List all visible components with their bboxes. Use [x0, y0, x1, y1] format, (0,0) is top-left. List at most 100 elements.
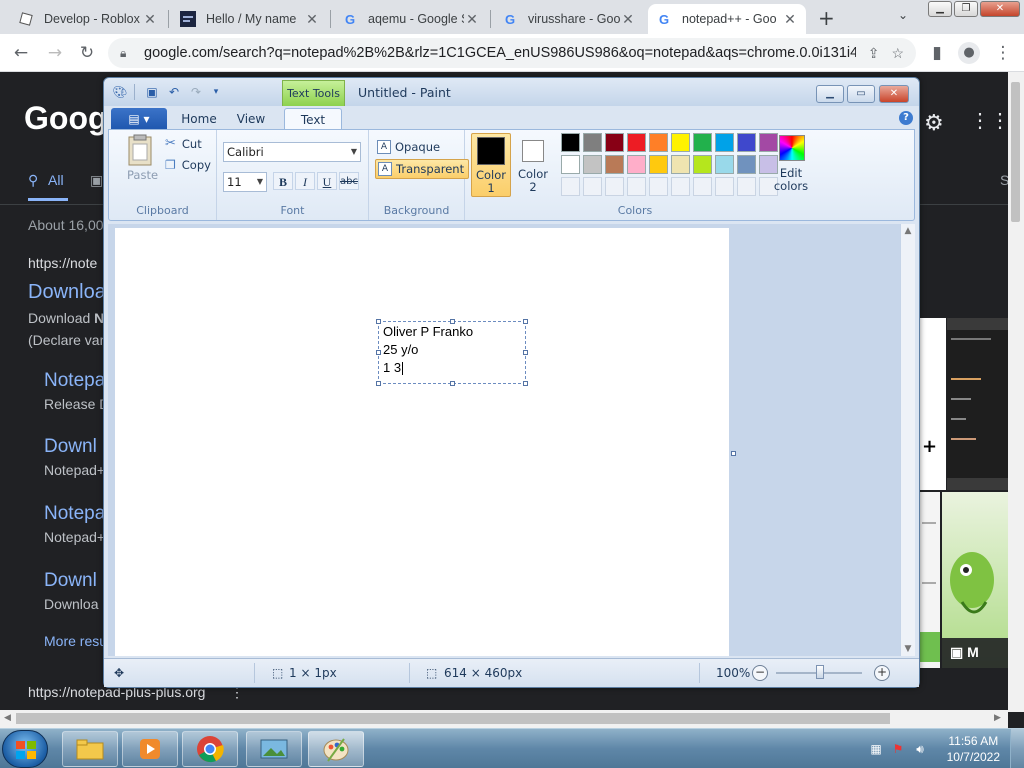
- empty-color-swatch[interactable]: [627, 177, 646, 196]
- result-title[interactable]: Downloa: [28, 281, 106, 304]
- maximize-icon[interactable]: ▭: [847, 85, 875, 103]
- close-icon[interactable]: ✕: [142, 11, 158, 28]
- color2-button[interactable]: Color 2: [513, 133, 553, 197]
- color-swatch[interactable]: [737, 155, 756, 174]
- paint-title-bar[interactable]: 🎨︎ ▣ ↶ ↷ ▾ Text Tools Untitled - Paint ▁…: [104, 78, 919, 106]
- minimize-icon[interactable]: ▁: [928, 1, 952, 17]
- color-swatch[interactable]: [605, 155, 624, 174]
- copy-button[interactable]: ❐ Copy: [165, 158, 211, 172]
- action-center-icon[interactable]: ⚑: [890, 741, 906, 757]
- more-results-link[interactable]: More resu: [44, 633, 107, 649]
- tab-text[interactable]: Text: [284, 108, 342, 130]
- cut-button[interactable]: ✂ Cut: [165, 136, 202, 151]
- help-icon[interactable]: ?: [899, 111, 913, 125]
- taskbar-chrome[interactable]: [182, 731, 238, 767]
- scroll-down-arrow-icon[interactable]: ▼: [901, 644, 915, 654]
- result-url[interactable]: https://note: [28, 255, 97, 271]
- sitelink-title[interactable]: Downl: [44, 570, 97, 592]
- empty-color-swatch[interactable]: [715, 177, 734, 196]
- resize-handle[interactable]: [523, 350, 528, 355]
- canvas-area[interactable]: Oliver P Franko 25 y/o 1 3: [108, 224, 900, 656]
- color-swatch[interactable]: [671, 155, 690, 174]
- color-swatch[interactable]: [627, 133, 646, 152]
- paste-button[interactable]: Paste: [123, 134, 158, 186]
- scroll-thumb[interactable]: [16, 713, 890, 724]
- customize-toolbar-icon[interactable]: ▾: [208, 84, 224, 100]
- color-swatch[interactable]: [649, 155, 668, 174]
- bold-button[interactable]: B: [273, 172, 293, 190]
- resize-handle[interactable]: [523, 319, 528, 324]
- font-size-dropdown[interactable]: 11 ▼: [223, 172, 267, 192]
- color-swatch[interactable]: [583, 155, 602, 174]
- tab-view[interactable]: View: [228, 108, 274, 130]
- tab-aqemu-google[interactable]: G aqemu - Google S ✕: [334, 4, 488, 34]
- close-icon[interactable]: ✕: [782, 11, 798, 28]
- sitelink-title[interactable]: Notepa: [44, 370, 105, 392]
- resize-handle[interactable]: [450, 381, 455, 386]
- edit-colors-button[interactable]: Edit colors: [767, 133, 815, 197]
- paint-window[interactable]: 🎨︎ ▣ ↶ ↷ ▾ Text Tools Untitled - Paint ▁…: [103, 77, 920, 688]
- page-horizontal-scrollbar[interactable]: ◀ ▶: [0, 710, 1008, 728]
- opaque-button[interactable]: A Opaque: [375, 137, 444, 157]
- taskbar-photo-viewer[interactable]: [246, 731, 302, 767]
- address-bar[interactable]: 🔒︎ google.com/search?q=notepad%2B%2B&rlz…: [108, 38, 916, 68]
- resize-handle[interactable]: [376, 381, 381, 386]
- sitelink-title[interactable]: Downl: [44, 436, 97, 458]
- reload-icon[interactable]: ↻: [76, 42, 98, 64]
- tab-notepadpp-google[interactable]: G notepad++ - Goo ✕: [648, 4, 806, 34]
- side-panel-icon[interactable]: ▮: [926, 42, 948, 64]
- close-icon[interactable]: ✕: [464, 11, 480, 28]
- empty-color-swatch[interactable]: [737, 177, 756, 196]
- color-swatch[interactable]: [693, 155, 712, 174]
- empty-color-swatch[interactable]: [649, 177, 668, 196]
- tab-hello-my-name[interactable]: Hello / My name ✕: [172, 4, 328, 34]
- images-icon[interactable]: ▣: [90, 172, 103, 189]
- bookmark-star-icon[interactable]: ☆: [891, 45, 904, 62]
- zoom-slider-thumb[interactable]: [816, 665, 824, 679]
- taskbar-paint[interactable]: [308, 731, 364, 767]
- color-swatch[interactable]: [605, 133, 624, 152]
- taskbar-media-player[interactable]: [122, 731, 178, 767]
- settings-gear-icon[interactable]: ⚙: [924, 110, 944, 136]
- scroll-right-arrow-icon[interactable]: ▶: [994, 713, 1001, 723]
- close-icon[interactable]: ✕: [304, 11, 320, 28]
- underline-button[interactable]: U: [317, 172, 337, 190]
- forward-icon[interactable]: →: [44, 42, 66, 64]
- color-swatch[interactable]: [671, 133, 690, 152]
- canvas-resize-handle[interactable]: [731, 451, 736, 456]
- tab-home[interactable]: Home: [174, 108, 224, 130]
- color-swatch[interactable]: [737, 133, 756, 152]
- resize-handle[interactable]: [376, 350, 381, 355]
- color-swatch[interactable]: [693, 133, 712, 152]
- tab-all[interactable]: All: [48, 172, 64, 188]
- resize-handle[interactable]: [523, 381, 528, 386]
- page-vertical-scrollbar[interactable]: [1008, 72, 1024, 712]
- scroll-thumb[interactable]: [1011, 82, 1020, 222]
- color-swatch[interactable]: [715, 133, 734, 152]
- canvas-vertical-scrollbar[interactable]: ▲ ▼: [900, 224, 915, 656]
- empty-color-swatch[interactable]: [605, 177, 624, 196]
- thumbnail-chameleon-logo[interactable]: ▣ M: [942, 492, 1008, 668]
- share-icon[interactable]: ⇪: [868, 45, 880, 62]
- network-icon[interactable]: ▦: [868, 741, 884, 757]
- tab-search-icon[interactable]: ⌄: [898, 8, 908, 22]
- transparent-button[interactable]: A Transparent: [375, 159, 470, 179]
- color-swatch[interactable]: [561, 133, 580, 152]
- thumbnail-notepadpp-code[interactable]: [947, 318, 1008, 490]
- empty-color-swatch[interactable]: [693, 177, 712, 196]
- drawing-canvas[interactable]: Oliver P Franko 25 y/o 1 3: [115, 228, 729, 656]
- taskbar-explorer[interactable]: [62, 731, 118, 767]
- start-button[interactable]: [2, 730, 48, 768]
- show-desktop-button[interactable]: [1010, 729, 1024, 768]
- volume-icon[interactable]: 🔊︎: [912, 741, 928, 757]
- close-icon[interactable]: ✕: [620, 11, 636, 28]
- file-menu-button[interactable]: ▤ ▾: [111, 108, 167, 130]
- italic-button[interactable]: I: [295, 172, 315, 190]
- resize-handle[interactable]: [376, 319, 381, 324]
- redo-icon[interactable]: ↷: [188, 84, 204, 100]
- empty-color-swatch[interactable]: [671, 177, 690, 196]
- menu-kebab-icon[interactable]: ⋮: [992, 42, 1014, 64]
- text-box[interactable]: Oliver P Franko 25 y/o 1 3: [376, 319, 528, 386]
- scroll-up-arrow-icon[interactable]: ▲: [901, 226, 915, 236]
- thumbnail-white[interactable]: +: [920, 318, 946, 490]
